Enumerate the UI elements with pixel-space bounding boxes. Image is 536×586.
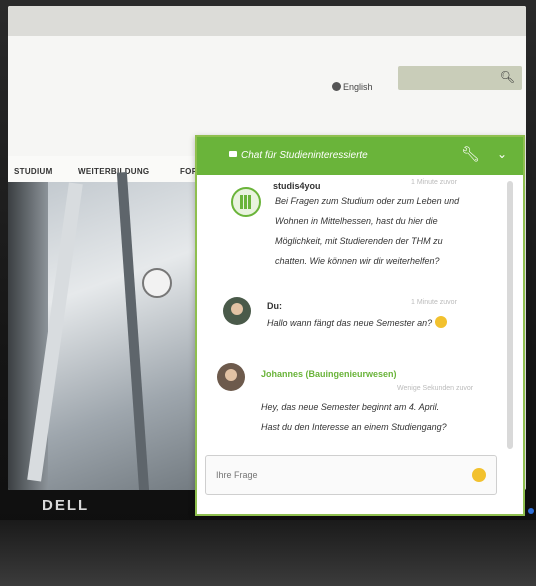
chat-message-input[interactable] [214, 466, 458, 484]
avatar [231, 187, 261, 217]
message-time: 1 Minute zuvor [411, 299, 457, 306]
desk-surface [0, 520, 536, 586]
wrench-icon[interactable]: 🔧︎ [461, 145, 480, 163]
message-author: studis4you [273, 181, 321, 191]
message-time: Wenige Sekunden zuvor [397, 385, 474, 392]
message-text: Hey, das neue Semester beginnt am 4. Apr… [261, 402, 447, 432]
nav-item-weiterbildung[interactable]: WEITERBILDUNG [78, 167, 149, 176]
chat-widget: Chat für Studieninteressierte 🔧︎ ⌄ studi… [195, 135, 525, 516]
smiley-icon [435, 316, 448, 328]
language-switch[interactable]: English [332, 82, 373, 92]
avatar [223, 297, 251, 325]
message-text: Hallo wann fängt das neue Semester an? [267, 313, 507, 333]
nav-item-studium[interactable]: STUDIUM [14, 167, 53, 176]
chat-composer [205, 455, 497, 495]
chat-scrollbar[interactable] [507, 181, 513, 449]
power-led [528, 508, 534, 514]
search-icon[interactable]: 🔍︎ [500, 70, 515, 84]
monitor-brand: DELL [42, 497, 90, 514]
site-search-input[interactable]: 🔍︎ [398, 66, 522, 90]
globe-icon [332, 82, 341, 91]
message-text: Bei Fragen zum Studium oder zum Leben un… [275, 196, 460, 266]
chat-bubble-icon [229, 151, 237, 157]
chat-header[interactable]: Chat für Studieninteressierte 🔧︎ ⌄ [197, 137, 523, 175]
message-author: Du: [267, 301, 282, 311]
chat-title: Chat für Studieninteressierte [241, 150, 368, 161]
message-time: 1 Minute zuvor [411, 179, 457, 186]
message-author[interactable]: Johannes (Bauingenieurwesen) [261, 369, 397, 379]
emoji-icon[interactable] [472, 468, 486, 482]
chevron-down-icon[interactable]: ⌄ [497, 147, 507, 161]
language-label: English [343, 82, 373, 92]
browser-toolbar [8, 6, 526, 37]
avatar [217, 363, 245, 391]
